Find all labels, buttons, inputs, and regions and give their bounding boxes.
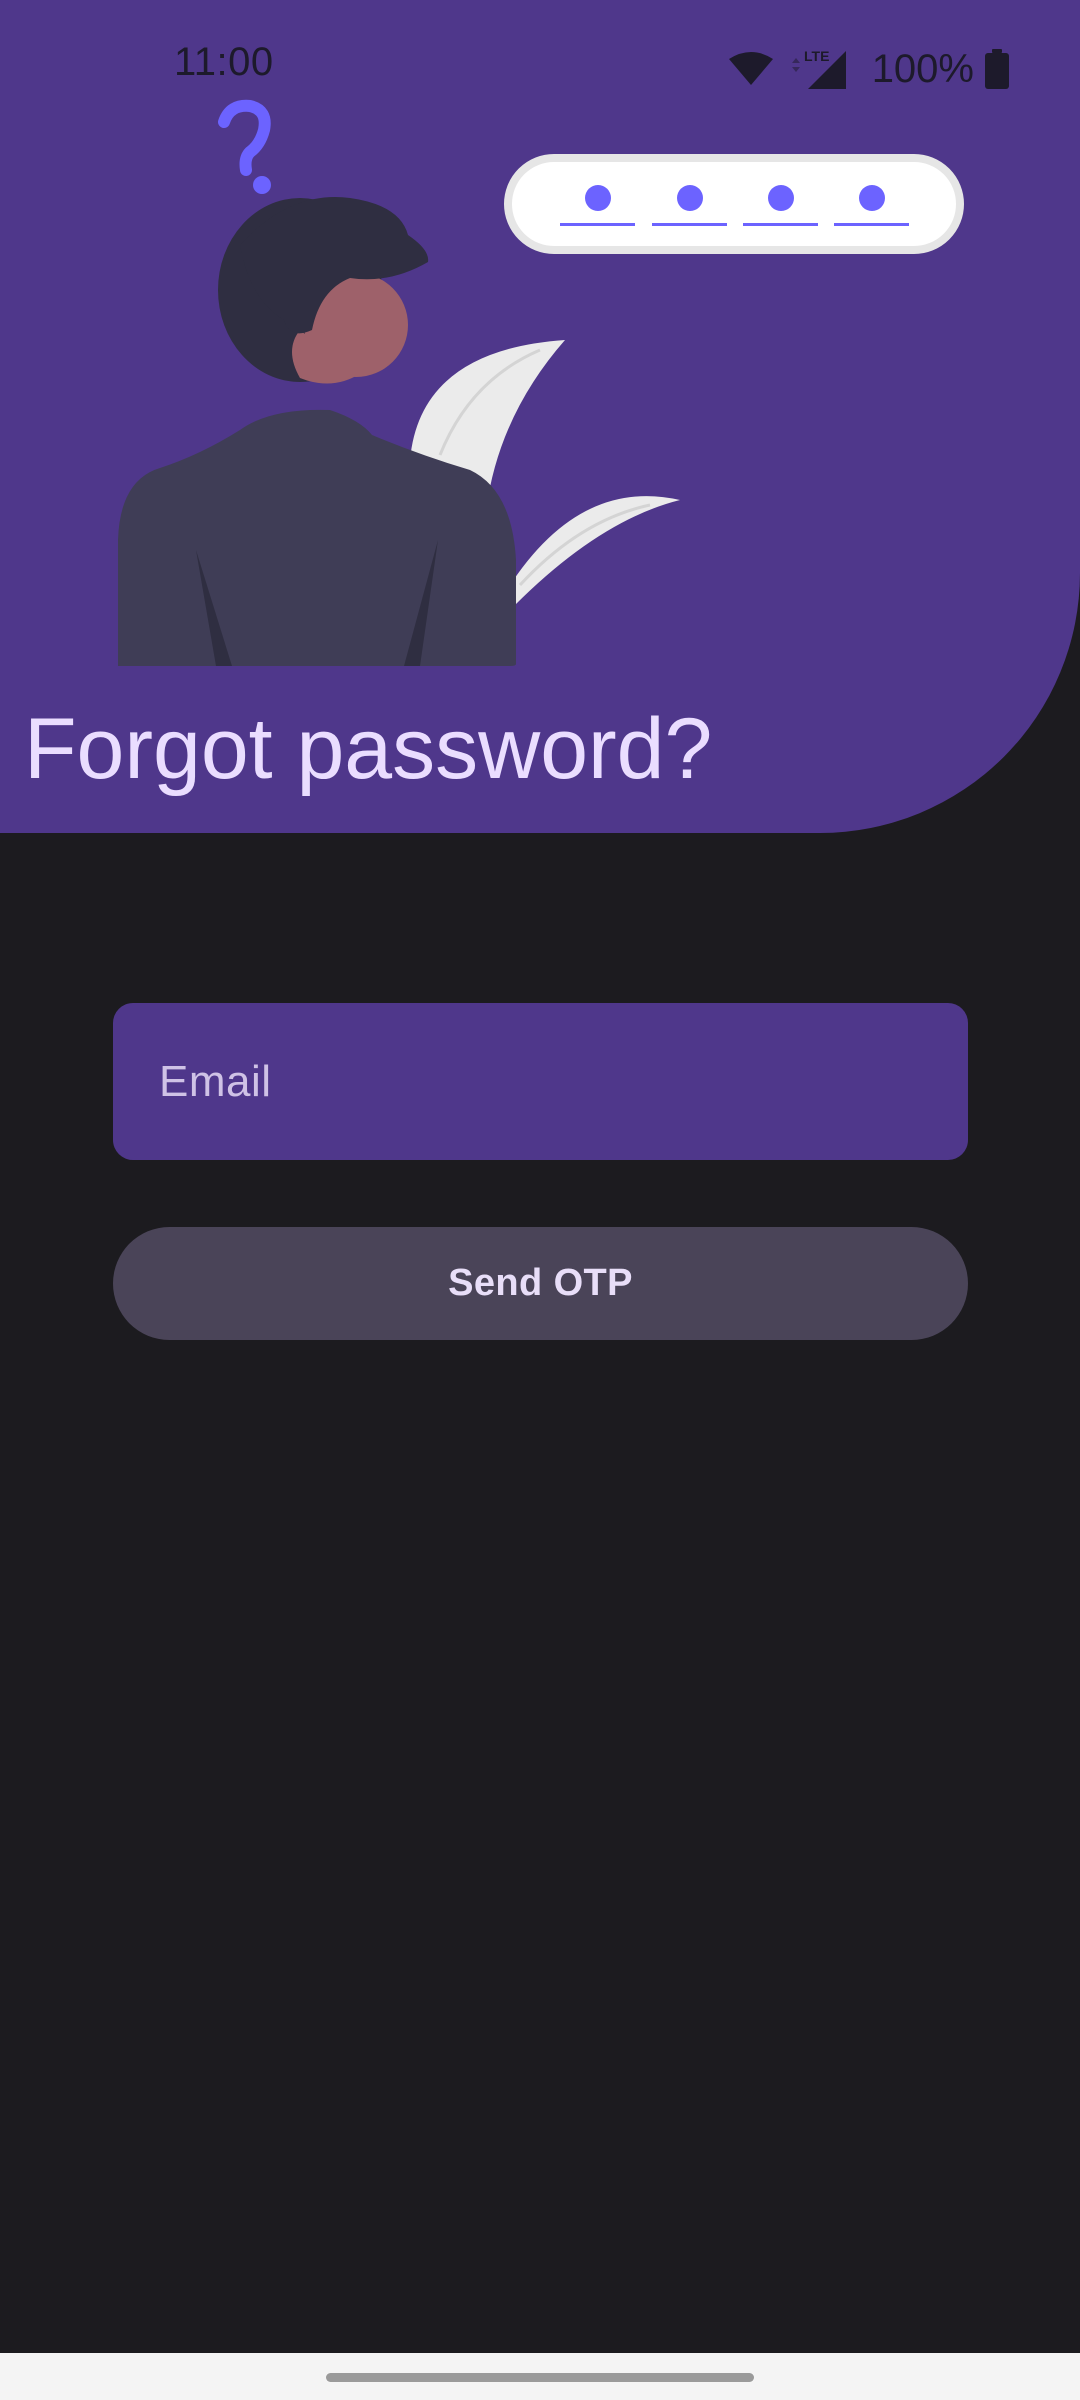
svg-text:LTE: LTE (804, 48, 829, 64)
email-field[interactable]: Email (113, 1003, 968, 1160)
send-otp-label: Send OTP (448, 1262, 633, 1304)
otp-dots-icon (504, 154, 964, 254)
battery-percent: 100% (871, 46, 974, 91)
question-mark-icon (218, 99, 271, 194)
wifi-icon (728, 52, 773, 85)
home-gesture-handle[interactable] (326, 2373, 754, 2382)
navigation-bar (0, 2353, 1080, 2400)
status-time: 11:00 (174, 40, 274, 84)
lte-signal-icon: LTE (791, 48, 846, 89)
battery-icon (985, 49, 1009, 89)
page-title: Forgot password? (24, 701, 713, 797)
forgot-password-screen: 11:00 LTE 100% Forgot password? Email Se… (0, 0, 1080, 2400)
forgot-password-illustration (118, 99, 964, 666)
email-placeholder: Email (159, 1056, 272, 1106)
send-otp-button[interactable]: Send OTP (113, 1227, 968, 1340)
status-icons: LTE 100% (728, 44, 1010, 94)
